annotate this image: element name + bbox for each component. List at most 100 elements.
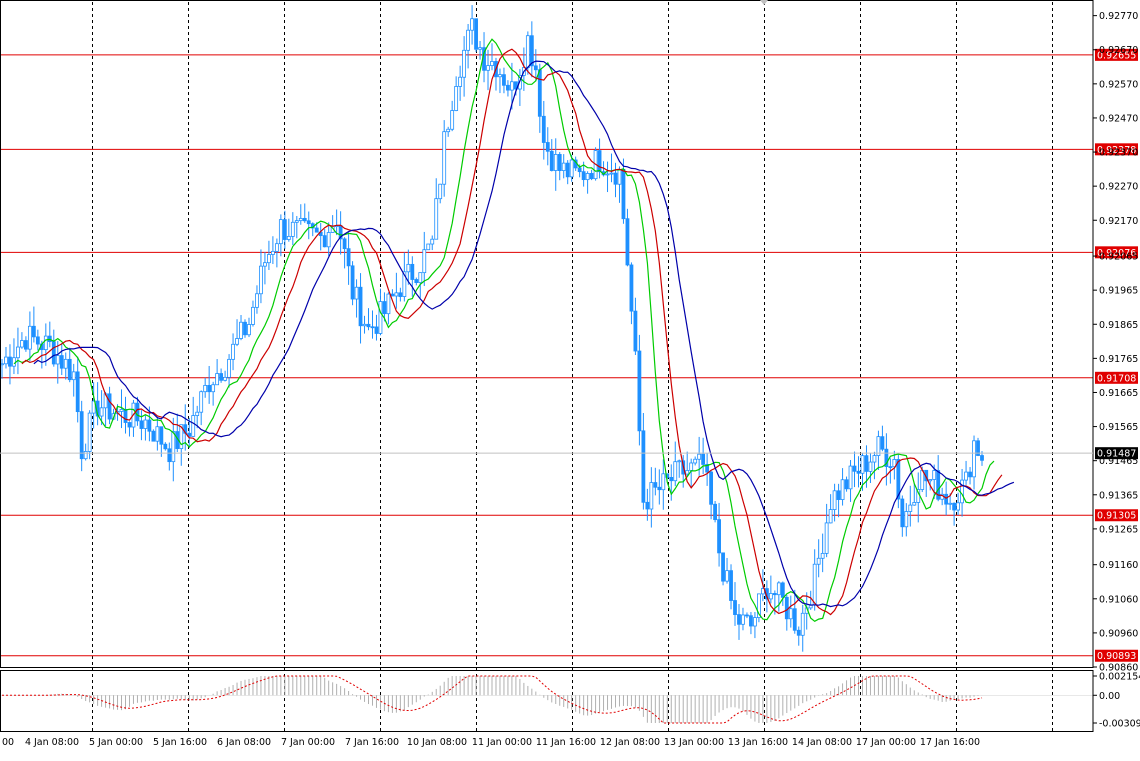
- candle-body: [506, 85, 509, 90]
- candle-body: [88, 413, 91, 451]
- candle-body: [969, 472, 972, 477]
- price-axis-label: 0.92770: [1099, 11, 1138, 22]
- candle-body: [741, 615, 744, 624]
- price-axis-label: 0.91565: [1099, 422, 1138, 433]
- candle-body: [323, 236, 326, 247]
- candle-body: [718, 520, 721, 553]
- candle-body: [160, 427, 163, 444]
- price-axis-label: 0.91265: [1099, 524, 1138, 535]
- axes: 004 Jan 08:005 Jan 00:005 Jan 16:006 Jan…: [1, 0, 1140, 748]
- candle-body: [236, 339, 239, 345]
- horizontal-levels: 0.926550.923780.920760.917080.913050.908…: [0, 49, 1138, 662]
- time-axis-label: 5 Jan 16:00: [153, 737, 207, 748]
- candle-body: [865, 456, 868, 472]
- price-axis-label: 0.91965: [1099, 286, 1138, 297]
- candle-body: [714, 504, 717, 519]
- candle-body: [610, 173, 613, 174]
- candle-body: [797, 630, 800, 635]
- candle-body: [204, 385, 207, 391]
- candle-body: [255, 294, 258, 308]
- candle-body: [957, 503, 960, 510]
- candle-body: [431, 239, 434, 244]
- candle-body: [72, 372, 75, 380]
- candle-body: [678, 461, 681, 462]
- candle-body: [961, 480, 964, 503]
- candle-body: [192, 416, 195, 437]
- candle-body: [24, 341, 27, 350]
- candle-body: [801, 613, 804, 635]
- candle-body: [455, 86, 458, 110]
- price-chart-svg[interactable]: 0.926550.923780.920760.917080.913050.908…: [0, 0, 1140, 757]
- candle-body: [534, 66, 537, 70]
- time-axis-label: 7 Jan 00:00: [281, 737, 335, 748]
- candle-body: [821, 553, 824, 558]
- time-axis-label: 17 Jan 16:00: [920, 737, 980, 748]
- grid-lines: [93, 2, 1053, 731]
- candle-body: [148, 420, 151, 431]
- candle-body: [606, 174, 609, 175]
- candle-body: [124, 409, 127, 422]
- candle-body: [443, 132, 446, 185]
- candle-body: [487, 66, 490, 71]
- candle-body: [542, 116, 545, 142]
- candle-body: [702, 454, 705, 464]
- candle-body: [690, 463, 693, 470]
- candle-body: [283, 220, 286, 240]
- candle-body: [973, 441, 976, 477]
- candle-body: [327, 232, 330, 246]
- candle-body: [813, 564, 816, 605]
- candle-body: [80, 412, 83, 459]
- candle-body: [753, 618, 756, 626]
- candle-body: [638, 351, 641, 431]
- candle-body: [208, 385, 211, 391]
- candle-body: [837, 491, 840, 500]
- candle-body: [463, 50, 466, 77]
- candle-body: [279, 220, 282, 244]
- candle-body: [299, 218, 302, 220]
- osc-axis-label: 0.00: [1099, 691, 1120, 702]
- candle-body: [220, 374, 223, 381]
- candle-body: [586, 173, 589, 179]
- candle-body: [933, 471, 936, 480]
- candle-body: [371, 327, 374, 328]
- chart-area[interactable]: 0.926550.923780.920760.917080.913050.908…: [0, 0, 1140, 757]
- candle-body: [626, 219, 629, 265]
- candle-body: [287, 236, 290, 239]
- candle-body: [20, 341, 23, 347]
- candle-body: [439, 184, 442, 198]
- moving-averages: [14, 39, 1014, 621]
- price-axis-label: 0.92170: [1099, 216, 1138, 227]
- candle-body: [407, 264, 410, 271]
- candle-body: [582, 172, 585, 180]
- candle-body: [829, 510, 832, 523]
- candle-body: [315, 228, 318, 232]
- candle-body: [781, 583, 784, 597]
- candle-body: [275, 244, 278, 252]
- candle-body: [216, 374, 219, 385]
- candle-body: [399, 293, 402, 297]
- candle-body: [367, 324, 370, 326]
- chart-shift-marker-icon[interactable]: [760, 0, 768, 5]
- candle-body: [423, 250, 426, 273]
- candle-body: [435, 199, 438, 240]
- candle-body: [108, 394, 111, 419]
- candle-body: [510, 82, 513, 90]
- candle-body: [351, 266, 354, 299]
- candle-body: [355, 287, 358, 299]
- candle-body: [295, 221, 298, 223]
- candle-body: [44, 336, 47, 350]
- candle-body: [793, 609, 796, 631]
- candle-body: [347, 249, 350, 266]
- candle-body: [945, 494, 948, 504]
- candle-body: [622, 169, 625, 218]
- candle-body: [303, 218, 306, 220]
- candle-body: [554, 154, 557, 170]
- candle-body: [646, 502, 649, 509]
- candle-body: [694, 459, 697, 463]
- candle-body: [981, 456, 984, 461]
- candle-body: [825, 523, 828, 553]
- price-axis-label: 0.91665: [1099, 388, 1138, 399]
- ma-fast-line: [14, 39, 994, 621]
- candle-body: [901, 499, 904, 527]
- candle-body: [263, 263, 266, 266]
